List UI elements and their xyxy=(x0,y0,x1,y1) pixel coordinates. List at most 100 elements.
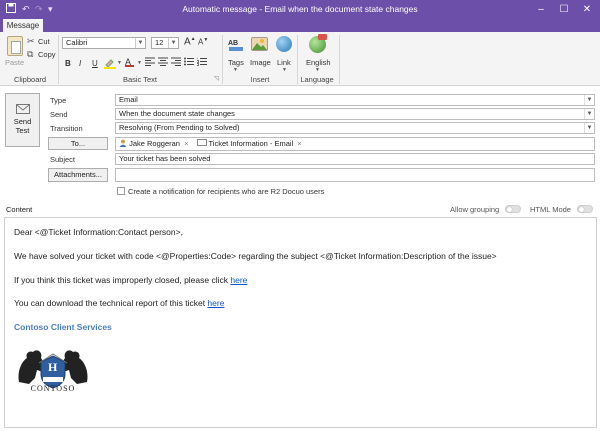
grow-font-icon[interactable]: A▲ xyxy=(184,36,196,47)
window-title: Automatic message - Email when the docum… xyxy=(182,4,418,14)
tab-message[interactable]: Message xyxy=(3,19,43,32)
html-mode-toggle[interactable] xyxy=(577,205,593,213)
bold-button[interactable]: B xyxy=(65,59,71,68)
clipboard-group-label: Clipboard xyxy=(13,75,47,84)
chevron-down-icon[interactable]: ▼ xyxy=(117,60,122,66)
recipient-chip[interactable]: Jake Roggeran xyxy=(129,139,180,148)
html-mode-label: HTML Mode xyxy=(530,205,571,214)
image-label[interactable]: Image xyxy=(250,58,271,67)
attachments-field[interactable] xyxy=(115,168,595,182)
content-header: Content Allow grouping HTML Mode xyxy=(0,200,600,217)
chevron-down-icon[interactable]: ▼ xyxy=(233,67,238,73)
chevron-down-icon[interactable]: ▼ xyxy=(282,67,287,73)
svg-text:AB: AB xyxy=(228,40,238,47)
minimize-icon[interactable]: – xyxy=(530,0,552,19)
attachments-button[interactable]: Attachments... xyxy=(48,168,108,182)
type-select[interactable]: Email ▼ xyxy=(115,94,595,106)
maximize-icon[interactable]: ☐ xyxy=(553,0,575,19)
language-globe-icon[interactable] xyxy=(309,34,327,53)
copy-icon[interactable]: ⧉ xyxy=(27,49,33,60)
image-icon[interactable] xyxy=(251,37,268,51)
logo-letter: H xyxy=(48,360,58,374)
allow-grouping-toggle[interactable] xyxy=(505,205,521,213)
copy-label[interactable]: Copy xyxy=(38,50,56,59)
chevron-down-icon[interactable]: ▼ xyxy=(315,67,320,73)
to-button[interactable]: To... xyxy=(48,137,108,150)
message-line: We have solved your ticket with code <@P… xyxy=(14,251,497,261)
send-label: Send xyxy=(50,110,68,119)
chevron-down-icon: ▼ xyxy=(584,95,594,105)
basic-text-group-label: Basic Text xyxy=(122,75,158,84)
type-value: Email xyxy=(119,95,138,104)
shrink-font-icon[interactable]: A▼ xyxy=(198,37,208,47)
download-link[interactable]: here xyxy=(207,298,224,308)
cut-label[interactable]: Cut xyxy=(38,37,50,46)
paste-label: Paste xyxy=(5,58,25,67)
chevron-down-icon: ▼ xyxy=(584,123,594,133)
group-divider xyxy=(339,35,340,84)
ribbon: Paste ✂ Cut ⧉ Copy Clipboard Calibri ▼ 1… xyxy=(0,32,600,86)
align-center-icon[interactable] xyxy=(158,57,168,68)
send-test-button[interactable]: Send Test xyxy=(5,93,40,147)
font-size-value: 12 xyxy=(155,38,164,47)
reopen-link[interactable]: here xyxy=(230,275,247,285)
remove-recipient-icon[interactable]: × xyxy=(184,139,188,148)
link-icon[interactable] xyxy=(276,36,292,52)
font-color-icon[interactable]: A xyxy=(125,57,134,67)
bullets-icon[interactable] xyxy=(184,57,194,68)
ribbon-tabs: Message xyxy=(0,19,600,32)
cut-icon[interactable]: ✂ xyxy=(27,36,35,47)
download-line: You can download the technical report of… xyxy=(14,298,224,308)
send-value: When the document state changes xyxy=(119,109,235,118)
reopen-text: If you think this ticket was improperly … xyxy=(14,275,231,285)
signature: Contoso Client Services xyxy=(14,322,112,332)
recipients-field[interactable]: Jake Roggeran × Ticket Information - Ema… xyxy=(115,137,595,151)
align-left-icon[interactable] xyxy=(145,57,155,68)
transition-label: Transition xyxy=(50,124,83,133)
chevron-down-icon: ▼ xyxy=(168,38,178,48)
greeting-line: Dear <@Ticket Information:Contact person… xyxy=(14,227,183,237)
remove-recipient-icon[interactable]: × xyxy=(297,139,301,148)
notification-checkbox[interactable] xyxy=(117,187,125,195)
highlight-icon[interactable] xyxy=(104,58,116,71)
transition-value: Resolving (From Pending to Solved) xyxy=(119,123,240,132)
insert-group-label: Insert xyxy=(250,75,270,84)
envelope-icon xyxy=(15,104,30,114)
content-editor[interactable]: Dear <@Ticket Information:Contact person… xyxy=(4,217,597,428)
underline-button[interactable]: U xyxy=(92,59,98,68)
chevron-down-icon[interactable]: ▼ xyxy=(137,60,142,66)
language-english-label[interactable]: English xyxy=(306,58,331,67)
language-group-label: Language xyxy=(300,75,334,84)
chevron-down-icon: ▼ xyxy=(584,109,594,119)
link-label[interactable]: Link xyxy=(277,58,291,67)
transition-select[interactable]: Resolving (From Pending to Solved) ▼ xyxy=(115,122,595,134)
subject-value: Your ticket has been solved xyxy=(119,154,211,163)
italic-button[interactable]: I xyxy=(79,59,81,68)
chevron-down-icon: ▼ xyxy=(135,38,145,48)
group-divider xyxy=(222,35,223,84)
font-family-value: Calibri xyxy=(66,38,88,47)
subject-input[interactable]: Your ticket has been solved xyxy=(115,153,595,165)
subject-label: Subject xyxy=(50,155,76,164)
type-label: Type xyxy=(50,96,67,105)
download-text: You can download the technical report of… xyxy=(14,298,208,308)
allow-grouping-label: Allow grouping xyxy=(450,205,500,214)
tags-icon[interactable]: AB xyxy=(227,36,245,52)
notification-label: Create a notification for recipients who… xyxy=(128,187,325,196)
recipient-chip[interactable]: Ticket Information - Email xyxy=(209,139,294,148)
dialog-launcher-icon[interactable]: ◹ xyxy=(214,75,219,82)
send-select[interactable]: When the document state changes ▼ xyxy=(115,108,595,120)
font-family-select[interactable]: Calibri ▼ xyxy=(62,37,146,49)
contact-icon xyxy=(119,139,127,147)
close-icon[interactable]: ✕ xyxy=(576,0,598,19)
font-size-select[interactable]: 12 ▼ xyxy=(151,37,179,49)
content-label: Content xyxy=(6,205,33,214)
align-right-icon[interactable] xyxy=(171,57,181,68)
numbering-icon[interactable] xyxy=(196,57,207,68)
tags-label[interactable]: Tags xyxy=(228,58,244,67)
group-divider xyxy=(58,35,59,84)
contoso-logo: H CONTOSO xyxy=(15,344,91,394)
group-recipient-icon xyxy=(196,139,207,146)
send-test-label: Send Test xyxy=(13,117,32,135)
paste-icon[interactable] xyxy=(7,36,23,56)
